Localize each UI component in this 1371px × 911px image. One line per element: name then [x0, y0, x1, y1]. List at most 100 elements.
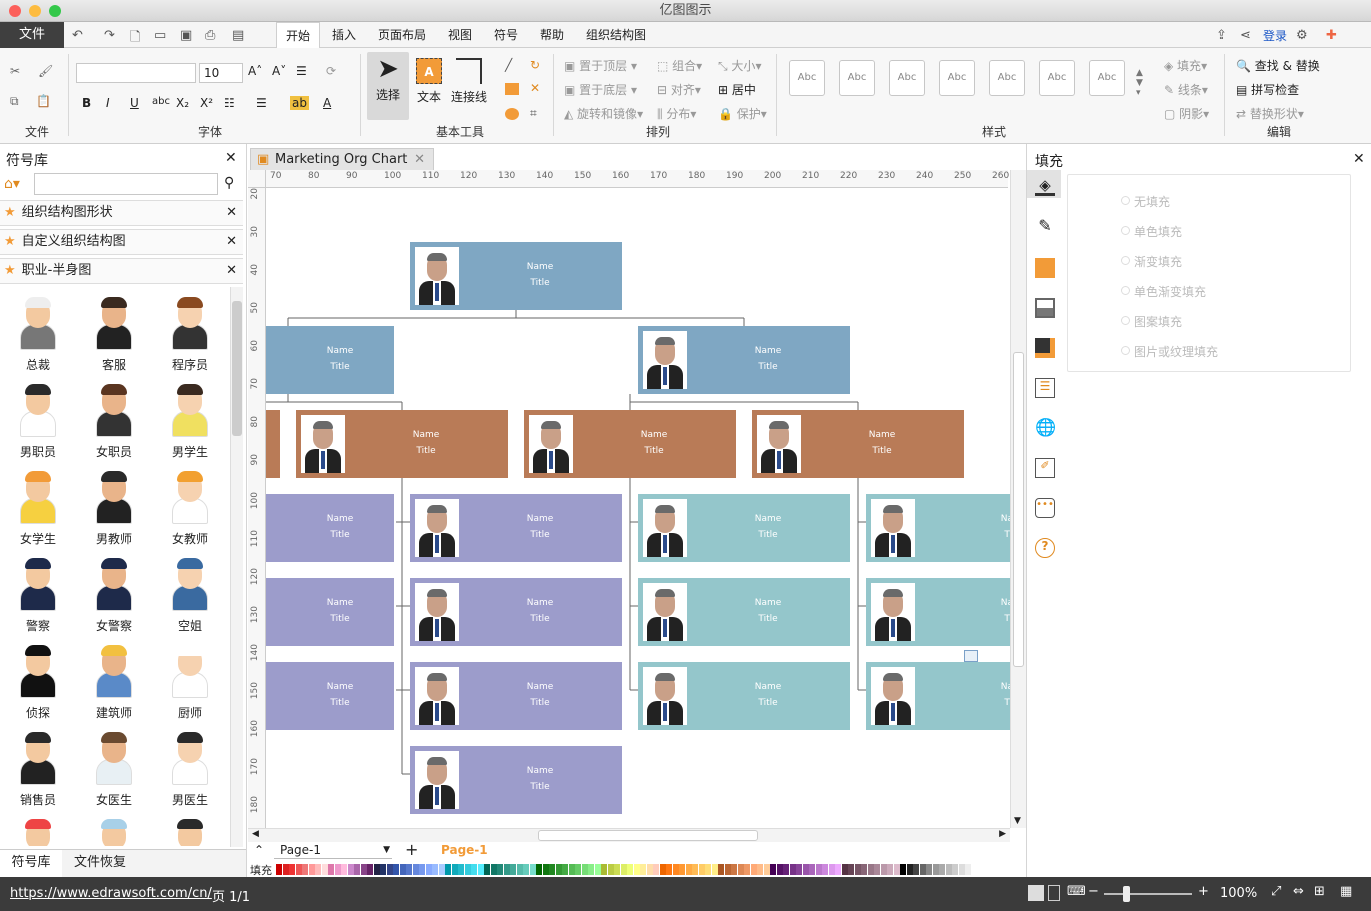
palette-swatch[interactable] [354, 864, 360, 875]
palette-swatch[interactable] [614, 864, 620, 875]
presentation-icon[interactable]: ⌨ [1067, 884, 1086, 899]
org-node[interactable]: Name Title [266, 662, 394, 730]
superscript-icon[interactable]: X² [200, 96, 213, 110]
group-button[interactable]: ⬚ 组合▾ [657, 57, 702, 74]
palette-swatch[interactable] [334, 864, 341, 875]
palette-swatch[interactable] [692, 864, 698, 875]
palette-swatch[interactable] [659, 864, 666, 875]
palette-swatch[interactable] [932, 864, 939, 875]
symbol-item[interactable]: 总裁 [0, 294, 76, 373]
protect-button[interactable]: 🔒 保护▾ [718, 105, 767, 122]
fill-option-pattern[interactable]: 图案填充 [1120, 313, 1182, 330]
symbol-item-partial[interactable] [152, 816, 228, 846]
palette-swatch[interactable] [711, 864, 718, 875]
page-view-icon[interactable] [1028, 885, 1044, 901]
palette-swatch[interactable] [666, 864, 672, 875]
style-preset-4[interactable]: Abc [939, 60, 975, 96]
palette-swatch[interactable] [367, 864, 373, 875]
palette-swatch[interactable] [841, 864, 848, 875]
symbol-item[interactable]: 男学生 [152, 381, 228, 460]
org-node[interactable]: Name Title [524, 410, 736, 478]
image-icon[interactable] [1035, 298, 1055, 318]
palette-swatch[interactable] [438, 864, 445, 875]
org-node[interactable]: Name Title [638, 326, 850, 394]
palette-swatch[interactable] [750, 864, 757, 875]
vertical-scrollbar[interactable]: ▼ [1010, 170, 1026, 828]
palette-swatch[interactable] [770, 864, 776, 875]
org-node[interactable]: Name Title [296, 410, 508, 478]
palette-swatch[interactable] [386, 864, 393, 875]
zoom-out-button[interactable]: − [1088, 884, 1099, 899]
library-category-custom-org[interactable]: ★ 自定义组织结构图 ✕ [0, 229, 243, 255]
palette-swatch[interactable] [341, 864, 347, 875]
palette-swatch[interactable] [607, 864, 614, 875]
palette-swatch[interactable] [490, 864, 497, 875]
palette-swatch[interactable] [464, 864, 471, 875]
symbol-item-partial[interactable] [0, 816, 76, 846]
palette-swatch[interactable] [952, 864, 958, 875]
palette-swatch[interactable] [575, 864, 581, 875]
fill-button[interactable]: ◈ 填充▾ [1164, 57, 1207, 74]
org-node[interactable]: Name Title [410, 494, 622, 562]
tab-file-recovery[interactable]: 文件恢复 [74, 850, 126, 876]
palette-swatch[interactable] [399, 864, 406, 875]
copy-icon[interactable]: ⧉ [10, 94, 19, 109]
center-button[interactable]: ⊞ 居中 [718, 81, 756, 98]
org-node[interactable]: Name Title [410, 242, 622, 310]
symbol-item[interactable]: 警察 [0, 555, 76, 634]
add-page-button[interactable]: + [405, 840, 418, 859]
palette-swatch[interactable] [939, 864, 945, 875]
symbol-item[interactable]: 空姐 [152, 555, 228, 634]
palette-swatch[interactable] [744, 864, 750, 875]
palette-swatch[interactable] [321, 864, 328, 875]
symbol-item[interactable]: 销售员 [0, 729, 76, 808]
org-node[interactable]: Name Title [638, 494, 850, 562]
crop-icon[interactable]: ⌗ [530, 106, 537, 121]
palette-swatch[interactable] [458, 864, 464, 875]
font-family-select[interactable] [76, 63, 196, 83]
close-icon[interactable]: ✕ [414, 149, 425, 170]
text-direction-icon[interactable]: ⟳ [326, 64, 336, 78]
org-node[interactable]: Name Title [866, 494, 1010, 562]
redo-icon[interactable]: ↷ [104, 28, 115, 43]
symbol-item[interactable]: 男职员 [0, 381, 76, 460]
bold-icon[interactable]: B [82, 96, 91, 110]
scrollbar-thumb[interactable] [538, 830, 758, 841]
tab-help[interactable]: 帮助 [540, 22, 564, 48]
palette-swatch[interactable] [802, 864, 809, 875]
tab-home[interactable]: 开始 [276, 22, 321, 48]
help-icon[interactable]: ? [1035, 538, 1055, 558]
full-screen-icon[interactable]: ⊞ [1314, 884, 1325, 899]
palette-swatch[interactable] [705, 864, 711, 875]
tab-insert[interactable]: 插入 [332, 22, 356, 48]
symbol-item[interactable]: 男教师 [76, 468, 152, 547]
palette-swatch[interactable] [419, 864, 425, 875]
decrease-font-icon[interactable]: A˅ [272, 64, 286, 78]
bring-to-front-button[interactable]: ▣ 置于顶层 ▾ [564, 57, 637, 74]
new-file-icon[interactable]: 🗋 [130, 28, 140, 50]
close-icon[interactable]: ✕ [225, 150, 237, 166]
palette-swatch[interactable] [640, 864, 646, 875]
palette-swatch[interactable] [425, 864, 432, 875]
floating-action-icon[interactable] [964, 650, 978, 662]
zoom-in-button[interactable]: + [1198, 884, 1209, 899]
fill-option-picture[interactable]: 图片或纹理填充 [1120, 343, 1218, 360]
library-scrollbar[interactable] [230, 287, 243, 847]
fill-option-gradient[interactable]: 渐变填充 [1120, 253, 1182, 270]
palette-swatch[interactable] [646, 864, 653, 875]
org-node[interactable] [266, 410, 280, 478]
palette-swatch[interactable] [913, 864, 919, 875]
palette-swatch[interactable] [562, 864, 568, 875]
palette-swatch[interactable] [653, 864, 659, 875]
fit-width-icon[interactable]: ⇔ [1293, 884, 1304, 899]
close-icon[interactable]: ✕ [226, 201, 237, 225]
ellipse-shape-icon[interactable] [505, 108, 519, 120]
tab-org-chart[interactable]: 组织结构图 [586, 22, 646, 48]
drawing-page[interactable]: Name Title Name Title Name Title Name Title Name… [266, 188, 1010, 828]
cross-shape-icon[interactable]: ✕ [530, 81, 540, 95]
palette-swatch[interactable] [445, 864, 451, 875]
palette-swatch[interactable] [484, 864, 490, 875]
scrollbar-thumb[interactable] [1013, 352, 1024, 667]
grid-icon[interactable]: ▦ [1340, 884, 1352, 899]
palette-swatch[interactable] [731, 864, 737, 875]
